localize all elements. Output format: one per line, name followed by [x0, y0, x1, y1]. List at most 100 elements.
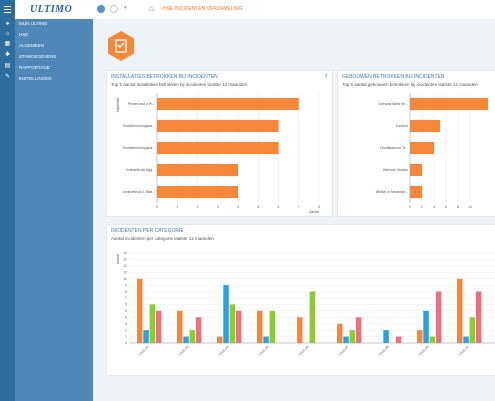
back-icon[interactable] — [97, 5, 105, 13]
bar — [143, 330, 149, 343]
y-axis-label: Aantal — [116, 254, 120, 264]
bar — [410, 97, 488, 111]
bar — [235, 310, 242, 343]
x-tick-label: 2016-10 — [458, 345, 470, 357]
grid-icon[interactable]: ▦ — [4, 41, 11, 47]
x-tick-label: 2016-08 — [378, 345, 390, 357]
bar — [309, 291, 316, 343]
breadcrumb-current[interactable]: HSE INCIDENTEN VERZAMELING — [163, 6, 242, 12]
bar — [269, 310, 276, 343]
y-tick-label: Kantoor — [396, 124, 409, 128]
x-tick-label: 6 — [278, 205, 280, 209]
y-tick-label: Hoofdbesturingska... — [123, 146, 155, 150]
bar — [343, 336, 349, 343]
user-icon[interactable]: ● — [4, 21, 11, 27]
bar — [223, 285, 229, 343]
doc-icon[interactable]: ▤ — [4, 63, 11, 69]
y-tick-label: Winkel in Nederlan... — [376, 190, 408, 194]
bar — [263, 336, 269, 343]
x-tick-label: 6 — [445, 205, 447, 209]
y-tick-label: 4 — [125, 315, 127, 319]
main-menu: MIJN ULTIMO HSE ALGEMEEN STAMGEGEVENS RA… — [15, 19, 93, 401]
installaties-bar-chart: 0 1 2 3 4 5 6 7 8 Printer and a Pr... Hoofdbesturi… — [116, 93, 320, 214]
menu-item-stamgegevens[interactable]: STAMGEGEVENS — [19, 54, 56, 59]
bar — [410, 141, 434, 155]
settings-icon[interactable]: ✱ — [4, 52, 11, 58]
bar — [457, 278, 463, 343]
menu-toggle-button[interactable] — [0, 0, 15, 19]
bar — [355, 317, 362, 343]
x-axis-label: Aantal — [309, 210, 319, 214]
bar — [423, 310, 429, 343]
breadcrumb: › HSE INCIDENTEN VERZAMELING — [160, 6, 243, 12]
x-tick-label: 0 — [409, 205, 411, 209]
y-tick-label: Hoofdkantoor Tr... — [380, 146, 408, 150]
home-icon[interactable]: ⌂ — [4, 31, 11, 37]
bar — [177, 310, 183, 343]
x-tick-label: 2016-04 — [218, 345, 230, 357]
bar — [157, 185, 238, 199]
bar — [410, 119, 440, 133]
x-tick-label: 2 — [197, 205, 199, 209]
menu-item-algemeen[interactable]: ALGEMEEN — [19, 43, 44, 48]
bar — [410, 185, 422, 199]
bar — [383, 330, 389, 343]
x-tick-label: 2016-09 — [418, 345, 430, 357]
x-tick-label: 7 — [298, 205, 300, 209]
y-tick-label: Vorkheftruck 1 Stat... — [123, 190, 156, 194]
bar — [195, 317, 202, 343]
bar — [155, 310, 162, 343]
bar — [149, 304, 156, 343]
bar — [137, 278, 143, 343]
bar — [463, 336, 469, 343]
y-tick-label: Vorkheftruck Agg... — [126, 168, 155, 172]
bar — [337, 323, 343, 343]
chevron-down-icon[interactable]: ▾ — [124, 5, 127, 11]
bar — [410, 163, 422, 177]
y-tick-label: Hoofdbesturingska... — [123, 124, 155, 128]
y-tick-label: 14 — [123, 251, 127, 255]
x-tick-label: 8 — [457, 205, 459, 209]
menu-item-hse[interactable]: HSE — [19, 32, 28, 37]
gebouwen-bar-chart: 0 2 4 6 8 10 Gebouw West Ve... Kantoor Hoofdkant… — [376, 93, 488, 209]
bar — [229, 304, 236, 343]
menu-item-mijn-ultimo[interactable]: MIJN ULTIMO — [19, 21, 47, 26]
chart-panel-installaties: INSTALLATIES BETROKKEN BIJ INCIDENTEN ⌕ … — [106, 70, 333, 217]
y-tick-label: 13 — [123, 258, 127, 262]
bar — [157, 163, 238, 177]
top-bar: ULTIMO ▾ ⌂ › HSE INCIDENTEN VERZAMELING — [0, 0, 495, 20]
bar — [157, 97, 299, 111]
x-tick-label: 2 — [421, 205, 423, 209]
x-tick-label: 2016-07 — [338, 345, 350, 357]
bar — [297, 317, 303, 343]
y-tick-label: 6 — [125, 303, 127, 307]
x-tick-label: 1 — [176, 205, 178, 209]
y-tick-label: 11 — [123, 270, 127, 274]
categorie-column-chart: 01234567891011121314Aantal2016-02 2016-03… — [116, 251, 495, 357]
x-tick-label: 2016-06 — [298, 345, 310, 357]
x-tick-label: 3 — [217, 205, 219, 209]
y-tick-label: 2 — [125, 328, 127, 332]
forward-icon[interactable] — [110, 5, 118, 13]
bar — [429, 336, 436, 343]
x-tick-label: 2016-05 — [258, 345, 270, 357]
app-logo: ULTIMO — [30, 4, 73, 15]
wrench-icon[interactable]: ✎ — [4, 74, 11, 80]
bar — [469, 317, 476, 343]
bar — [189, 330, 196, 343]
menu-item-rapportage[interactable]: RAPPORTAGE — [19, 65, 50, 70]
bar — [157, 119, 279, 133]
x-tick-label: 10 — [468, 205, 472, 209]
y-tick-label: 10 — [123, 277, 127, 281]
y-tick-label: Gebouw West Ve... — [378, 102, 408, 106]
bar — [475, 291, 482, 343]
bar — [435, 291, 442, 343]
x-tick-label: 5 — [257, 205, 259, 209]
y-tick-label: 1 — [125, 335, 127, 339]
home-icon[interactable]: ⌂ — [149, 5, 154, 13]
x-tick-label: 4 — [433, 205, 435, 209]
y-tick-label: Gebouw Oosten — [383, 168, 408, 172]
menu-item-instellingen[interactable]: INSTELLINGEN — [19, 76, 52, 81]
hse-dashboard-icon — [108, 31, 134, 61]
y-tick-label: 8 — [125, 290, 127, 294]
